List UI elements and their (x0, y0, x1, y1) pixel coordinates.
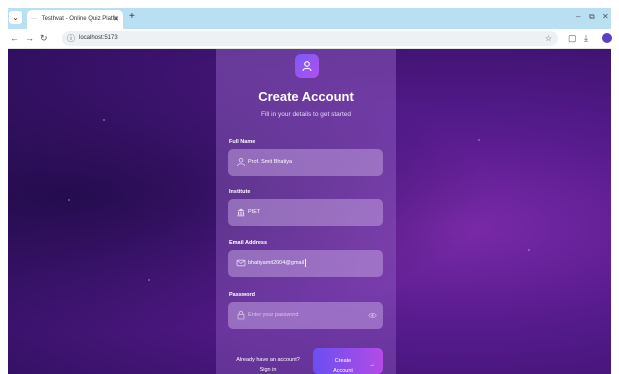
page-title: Create Account (258, 89, 354, 104)
tab-title: Testhvat - Online Quiz Platfo (41, 16, 118, 22)
new-tab-button[interactable]: + (129, 11, 135, 23)
institute-value: PIET (248, 209, 261, 215)
email-value: bhatiyamit2004@gmail (248, 258, 306, 267)
full-name-label: Full Name (229, 139, 256, 145)
bookmark-star-icon[interactable]: ☆ (545, 32, 552, 45)
text-caret (305, 258, 306, 267)
password-placeholder: Enter your password (248, 312, 299, 318)
minimize-icon[interactable]: – (576, 12, 580, 21)
profile-avatar-icon[interactable] (602, 33, 612, 43)
eye-icon[interactable] (368, 311, 377, 320)
logo-user-icon (295, 54, 319, 78)
page-subtitle: Fill in your details to get started (261, 111, 351, 118)
create-account-label-line2: Account (333, 368, 353, 374)
full-name-field[interactable]: Prof. Smit Bhatiya (228, 149, 383, 176)
signin-question: Already have an account? (236, 357, 300, 363)
reload-icon[interactable]: ↻ (40, 32, 48, 44)
create-account-label-line1: Create (334, 358, 352, 364)
building-icon (237, 208, 245, 217)
back-arrow-icon[interactable]: ← (10, 32, 19, 44)
tab-close-icon[interactable]: ✕ (113, 10, 119, 29)
tab-strip: ⌄ ··· Testhvat - Online Quiz Platfo ✕ + … (8, 8, 611, 29)
full-name-value: Prof. Smit Bhatiya (248, 159, 293, 165)
browser-tab[interactable]: ··· Testhvat - Online Quiz Platfo ✕ (27, 10, 123, 29)
password-field[interactable]: Enter your password (228, 302, 383, 329)
user-icon (237, 158, 245, 167)
restore-icon[interactable]: ⧉ (589, 12, 595, 22)
browser-toolbar: ← → ↻ ⓘ localhost:5173 ☆ ▢ ⤓ ⋮ (8, 29, 619, 49)
window-close-icon[interactable]: ✕ (602, 12, 609, 21)
password-label: Password (229, 292, 255, 298)
arrow-right-icon: → (369, 362, 375, 368)
forward-arrow-icon[interactable]: → (25, 32, 34, 44)
institute-label: Institute (229, 189, 251, 195)
lock-icon (237, 310, 245, 320)
url-text: localhost:5173 (79, 35, 118, 41)
menu-dots-icon[interactable]: ⋮ (615, 32, 619, 44)
site-info-icon[interactable]: ⓘ (67, 32, 75, 45)
signin-link[interactable]: Sign in (228, 365, 308, 374)
extensions-icon[interactable]: ▢ (568, 32, 577, 44)
create-account-button[interactable]: Create Account → (313, 348, 383, 374)
tab-menu-icon[interactable]: ⌄ (9, 11, 22, 24)
downloads-icon[interactable]: ⤓ (584, 32, 588, 44)
signin-prompt: Already have an account? Sign in (228, 355, 308, 374)
institute-field[interactable]: PIET (228, 199, 383, 226)
address-bar[interactable]: ⓘ localhost:5173 ☆ (62, 31, 558, 46)
favicon-icon: ··· (31, 16, 37, 22)
email-label: Email Address (229, 240, 268, 246)
mail-icon (236, 259, 246, 267)
email-field[interactable]: bhatiyamit2004@gmail (228, 250, 383, 277)
